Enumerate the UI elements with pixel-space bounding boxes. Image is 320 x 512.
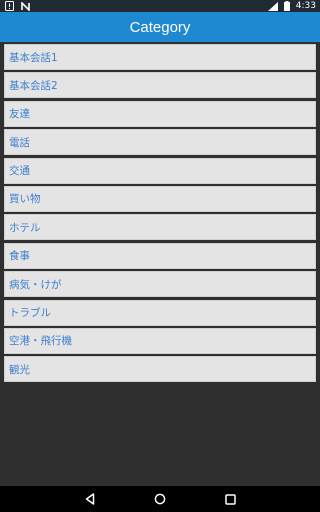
battery-icon — [282, 1, 292, 11]
home-circle-icon — [154, 493, 166, 505]
category-item[interactable]: 基本会話1 — [4, 44, 316, 70]
category-item[interactable]: 買い物 — [4, 185, 316, 212]
category-item[interactable]: 観光 — [4, 356, 316, 383]
category-item[interactable]: 基本会話2 — [4, 72, 316, 99]
category-label: トラブル — [9, 307, 51, 320]
back-triangle-icon — [85, 493, 95, 505]
category-label: 食事 — [9, 250, 30, 263]
category-label: 観光 — [9, 363, 30, 376]
category-label: 買い物 — [9, 193, 41, 206]
category-item[interactable]: 病気・けが — [4, 271, 316, 298]
category-label: 友達 — [9, 108, 30, 121]
category-label: 病気・けが — [9, 278, 62, 291]
category-label: 基本会話2 — [9, 79, 58, 92]
category-item[interactable]: 交通 — [4, 157, 316, 184]
category-label: 電話 — [9, 136, 30, 149]
category-label: 基本会話1 — [9, 51, 58, 64]
sim-alert-icon — [4, 1, 14, 11]
recents-square-icon — [224, 493, 236, 505]
category-label: 交通 — [9, 165, 30, 178]
status-left — [4, 1, 30, 11]
category-item[interactable]: 電話 — [4, 129, 316, 156]
category-list: 基本会話1 基本会話2 友達 電話 交通 買い物 ホテル 食事 病気・けが トラ… — [4, 44, 316, 385]
category-label: ホテル — [9, 221, 41, 234]
back-button[interactable] — [83, 492, 97, 506]
category-item[interactable]: 友達 — [4, 100, 316, 127]
category-item[interactable]: 空港・飛行機 — [4, 327, 316, 354]
recents-button[interactable] — [223, 492, 237, 506]
n-logo-icon — [20, 1, 30, 11]
category-label: 空港・飛行機 — [9, 335, 72, 348]
navigation-bar — [0, 486, 320, 512]
category-item[interactable]: トラブル — [4, 299, 316, 326]
status-bar: 4:33 — [0, 0, 320, 12]
status-right: 4:33 — [267, 1, 316, 11]
category-item[interactable]: ホテル — [4, 214, 316, 241]
signal-icon — [267, 1, 278, 11]
page-title: Category — [129, 18, 191, 36]
status-time: 4:33 — [295, 1, 316, 11]
app-bar: Category — [0, 12, 320, 42]
category-item[interactable]: 食事 — [4, 242, 316, 269]
home-button[interactable] — [153, 492, 167, 506]
